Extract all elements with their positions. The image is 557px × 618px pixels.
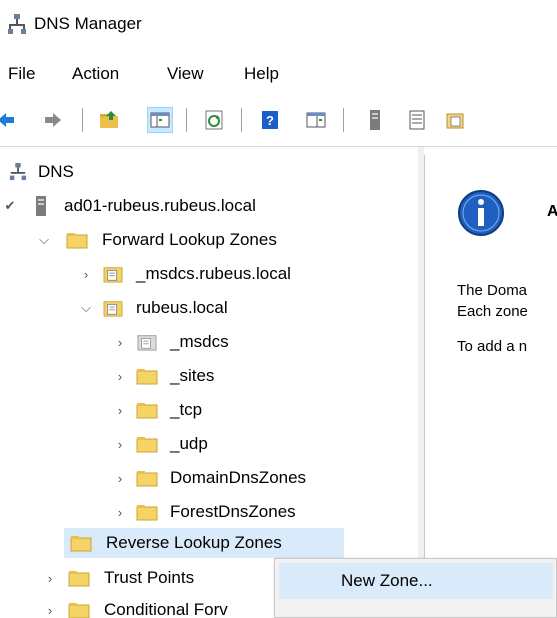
tree-node-msdcs[interactable]: › _msdcs bbox=[110, 327, 229, 357]
properties-button[interactable] bbox=[442, 107, 468, 133]
tree-node-forestdnszones[interactable]: › ForestDnsZones bbox=[110, 497, 296, 527]
chevron-right-icon[interactable]: › bbox=[110, 369, 130, 384]
folder-icon bbox=[136, 369, 158, 385]
folder-icon bbox=[136, 403, 158, 419]
dns-manager-icon bbox=[8, 14, 26, 34]
refresh-icon bbox=[205, 110, 223, 130]
tree-node-msdcs-zone[interactable]: › _msdcs.rubeus.local bbox=[76, 259, 291, 289]
tree-node-rubeus-local[interactable]: ⌵ rubeus.local bbox=[76, 293, 228, 323]
chevron-right-icon[interactable]: › bbox=[110, 437, 130, 452]
tree-node-label: _msdcs.rubeus.local bbox=[136, 264, 291, 283]
menu-help[interactable]: Help bbox=[244, 64, 279, 84]
tree-node-trust-points[interactable]: › Trust Points bbox=[40, 563, 194, 593]
toolbar-separator bbox=[241, 108, 242, 132]
tree-node-dns[interactable]: DNS bbox=[8, 157, 74, 187]
detail-text-line: The Doma bbox=[457, 282, 528, 299]
tree-node-conditional-forwarders[interactable]: › Conditional Forv bbox=[40, 595, 228, 618]
info-icon bbox=[458, 190, 504, 236]
chevron-right-icon[interactable]: › bbox=[110, 403, 130, 418]
back-icon bbox=[0, 113, 14, 127]
show-hide-console-tree-icon bbox=[150, 112, 170, 128]
chevron-down-icon[interactable]: ⌵ bbox=[76, 300, 96, 316]
tree-node-label: DNS bbox=[38, 162, 74, 181]
up-folder-icon bbox=[100, 111, 118, 128]
chevron-down-icon[interactable]: ⌵ bbox=[34, 232, 54, 248]
menu-action[interactable]: Action bbox=[72, 64, 119, 84]
tree-node-label: _tcp bbox=[170, 400, 203, 419]
server-icon bbox=[370, 110, 380, 130]
forward-button[interactable] bbox=[41, 107, 67, 133]
tree-node-tcp[interactable]: › _tcp bbox=[110, 395, 202, 425]
server-icon bbox=[36, 196, 46, 216]
toolbar-separator bbox=[82, 108, 83, 132]
detail-text-line: Each zone bbox=[457, 303, 528, 320]
server-button[interactable] bbox=[362, 107, 388, 133]
folder-icon bbox=[136, 437, 158, 453]
tree-node-label: _sites bbox=[170, 366, 215, 385]
tree-node-label: Reverse Lookup Zones bbox=[106, 533, 282, 552]
back-button[interactable] bbox=[0, 107, 18, 133]
refresh-button[interactable] bbox=[201, 107, 227, 133]
tree-node-server[interactable]: ✔ ad01-rubeus.rubeus.local bbox=[0, 191, 256, 221]
zone-file-icon bbox=[103, 301, 123, 317]
tree-node-domaindnszones[interactable]: › DomainDnsZones bbox=[110, 463, 306, 493]
menu-item-label: New Zone... bbox=[341, 571, 433, 590]
properties-icon bbox=[446, 113, 464, 129]
chevron-right-icon[interactable]: › bbox=[40, 603, 60, 618]
toolbar-separator bbox=[343, 108, 344, 132]
tree-node-label: DomainDnsZones bbox=[170, 468, 307, 487]
tree-node-sites[interactable]: › _sites bbox=[110, 361, 215, 391]
folder-icon bbox=[68, 603, 90, 618]
console-tree: DNS ✔ ad01-rubeus.rubeus.local ⌵ Forward… bbox=[0, 147, 419, 618]
chevron-right-icon[interactable]: › bbox=[110, 471, 130, 486]
folder-icon bbox=[136, 505, 158, 521]
window-title: DNS Manager bbox=[34, 14, 142, 33]
zone-file-icon bbox=[103, 267, 123, 283]
menu-item-new-zone[interactable]: New Zone... bbox=[279, 563, 553, 599]
tree-node-label: rubeus.local bbox=[136, 298, 228, 317]
menu-bar: File Action View Help bbox=[0, 58, 557, 90]
chevron-right-icon[interactable]: › bbox=[40, 571, 60, 586]
chevron-right-icon[interactable]: › bbox=[76, 267, 96, 282]
tree-node-label: ad01-rubeus.rubeus.local bbox=[64, 196, 256, 215]
tree-node-label: Conditional Forv bbox=[104, 600, 228, 618]
context-menu: New Zone... bbox=[274, 558, 557, 618]
detail-title: A bbox=[547, 203, 557, 221]
help-button[interactable]: ? bbox=[257, 107, 283, 133]
forward-icon bbox=[45, 113, 61, 127]
folder-icon bbox=[136, 471, 158, 487]
tree-node-udp[interactable]: › _udp bbox=[110, 429, 208, 459]
tree-node-label: _msdcs bbox=[170, 332, 229, 351]
tree-node-reverse-lookup-zones[interactable]: Reverse Lookup Zones bbox=[64, 528, 344, 558]
chevron-right-icon[interactable]: › bbox=[110, 335, 130, 350]
tree-node-forward-lookup-zones[interactable]: ⌵ Forward Lookup Zones bbox=[34, 225, 277, 255]
expanded-check-icon[interactable]: ✔ bbox=[0, 198, 20, 214]
show-hide-console-tree-button[interactable] bbox=[147, 107, 173, 133]
zone-file-icon bbox=[137, 335, 157, 351]
toolbar: ? bbox=[0, 104, 557, 140]
svg-text:?: ? bbox=[266, 113, 274, 128]
title-bar: DNS Manager bbox=[0, 0, 557, 50]
chevron-right-icon[interactable]: › bbox=[110, 505, 130, 520]
menu-file[interactable]: File bbox=[8, 64, 35, 84]
folder-icon bbox=[66, 233, 88, 249]
list-icon bbox=[409, 110, 425, 130]
toolbar-separator bbox=[186, 108, 187, 132]
folder-icon bbox=[70, 536, 92, 552]
details-pane: A The Doma Each zone To add a n bbox=[424, 155, 557, 618]
tree-node-label: ForestDnsZones bbox=[170, 502, 296, 521]
list-button[interactable] bbox=[404, 107, 430, 133]
tree-node-label: _udp bbox=[170, 434, 208, 453]
console-tree-icon bbox=[306, 112, 326, 128]
console-tree-button[interactable] bbox=[303, 107, 329, 133]
help-icon: ? bbox=[262, 111, 278, 129]
tree-node-label: Trust Points bbox=[104, 568, 195, 587]
folder-icon bbox=[68, 571, 90, 587]
up-folder-button[interactable] bbox=[97, 107, 123, 133]
dns-icon bbox=[9, 163, 27, 181]
detail-text-line: To add a n bbox=[457, 338, 528, 355]
menu-view[interactable]: View bbox=[167, 64, 204, 84]
tree-node-label: Forward Lookup Zones bbox=[102, 230, 277, 249]
